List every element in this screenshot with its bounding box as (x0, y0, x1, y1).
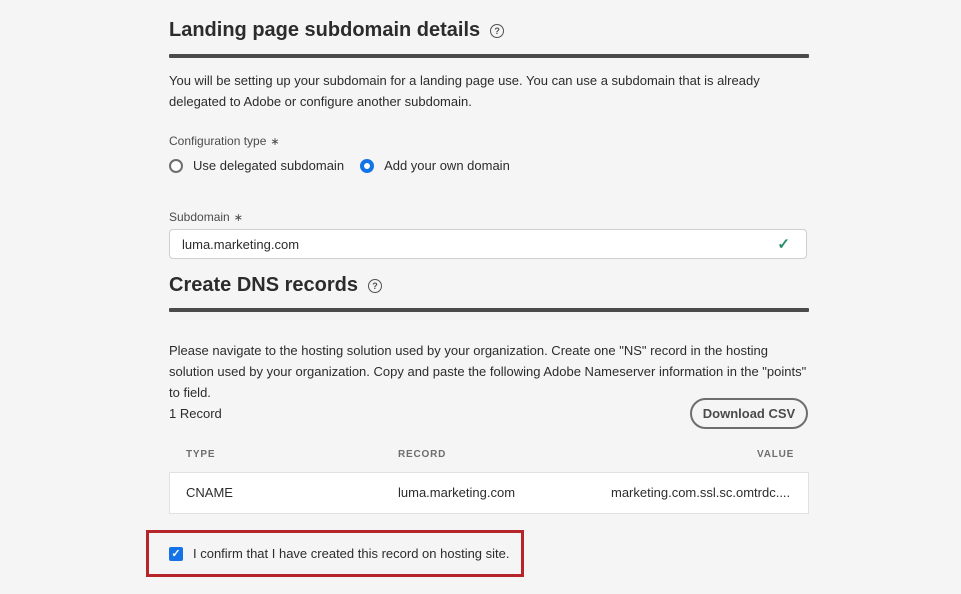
record-count: 1 Record (169, 406, 222, 421)
dns-section-title: Create DNS records ? (169, 274, 382, 297)
checkmark-icon: ✓ (777, 236, 790, 253)
cell-type: CNAME (186, 485, 233, 500)
help-icon[interactable]: ? (367, 278, 382, 293)
checkbox-checked-icon: ✓ (169, 546, 183, 561)
download-csv-button[interactable]: Download CSV (690, 398, 808, 429)
required-icon: ∗ (270, 136, 280, 148)
subdomain-input[interactable]: luma.marketing.com ✓ (169, 229, 807, 259)
radio-on-icon (360, 158, 375, 173)
column-header-type: TYPE (186, 449, 216, 460)
configuration-type-radio-group: Use delegated subdomain Add your own dom… (169, 158, 510, 173)
confirm-checkbox[interactable]: ✓ I confirm that I have created this rec… (169, 546, 510, 561)
dns-description: Please navigate to the hosting solution … (169, 343, 807, 400)
required-icon: ∗ (233, 212, 243, 224)
help-icon[interactable]: ? (490, 23, 505, 38)
radio-use-delegated-subdomain[interactable]: Use delegated subdomain (169, 158, 344, 173)
radio-add-own-domain[interactable]: Add your own domain (360, 158, 510, 173)
radio-off-icon (169, 158, 183, 173)
column-header-value: VALUE (757, 449, 795, 460)
cell-record: luma.marketing.com (398, 485, 516, 500)
landing-description: You will be setting up your subdomain fo… (169, 73, 760, 109)
cell-value: marketing.com.ssl.sc.omtrdc.... (611, 485, 791, 500)
column-header-record: RECORD (398, 449, 447, 460)
landing-section-title: Landing page subdomain details ? (169, 19, 505, 42)
divider (169, 54, 809, 58)
configuration-type-label: Configuration type ∗ (169, 134, 280, 148)
divider (169, 308, 809, 312)
subdomain-label: Subdomain ∗ (169, 210, 243, 224)
